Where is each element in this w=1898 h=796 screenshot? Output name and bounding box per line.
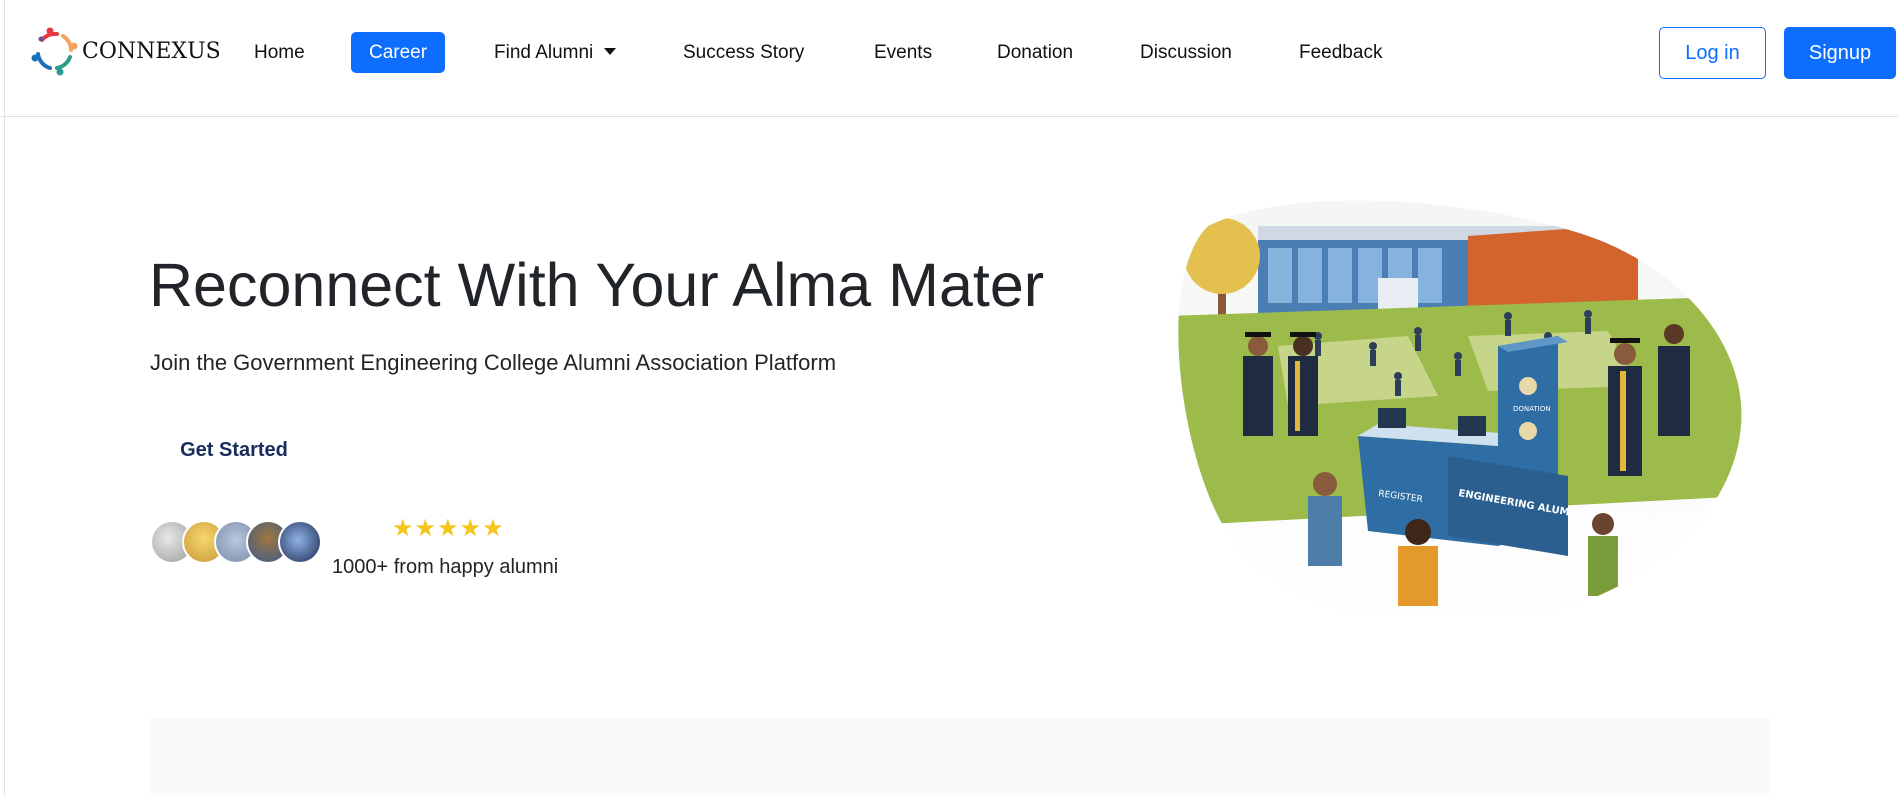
hero-title: Reconnect With Your Alma Mater [149,251,1045,319]
nav-events[interactable]: Events [874,32,932,73]
nav-donation[interactable]: Donation [997,32,1073,73]
hero-illustration: REGISTER DONATION ENGINEERING ALUMNI ASS… [1178,200,1742,628]
nav-career[interactable]: Career [351,32,446,73]
review-count-text: 1000+ from happy alumni [332,556,559,578]
nav-success-story[interactable]: Success Story [683,32,804,73]
brand-link[interactable]: CONNEXUS [30,26,221,76]
nav-feedback[interactable]: Feedback [1299,32,1382,73]
content-section [150,718,1770,796]
signup-button[interactable]: Signup [1784,27,1896,79]
hero-subtitle: Join the Government Engineering College … [150,350,837,375]
rating-stars: ★★★★★ [392,515,505,542]
nav-discussion[interactable]: Discussion [1140,32,1232,73]
nav-home[interactable]: Home [254,32,305,73]
get-started-button[interactable]: Get Started [148,428,320,472]
page-border [4,0,5,796]
login-button[interactable]: Log in [1659,27,1766,79]
caret-down-icon [604,47,617,55]
nav-find-alumni-label: Find Alumni [494,42,594,63]
top-navbar: CONNEXUS Home Career Find Alumni Success… [0,0,1898,117]
connexus-logo-icon [31,27,78,76]
brand-name: CONNEXUS [82,38,221,64]
avatar [278,520,322,564]
nav-find-alumni[interactable]: Find Alumni [494,32,617,73]
donation-sign: DONATION [1513,405,1550,413]
page: CONNEXUS Home Career Find Alumni Success… [0,0,1898,796]
